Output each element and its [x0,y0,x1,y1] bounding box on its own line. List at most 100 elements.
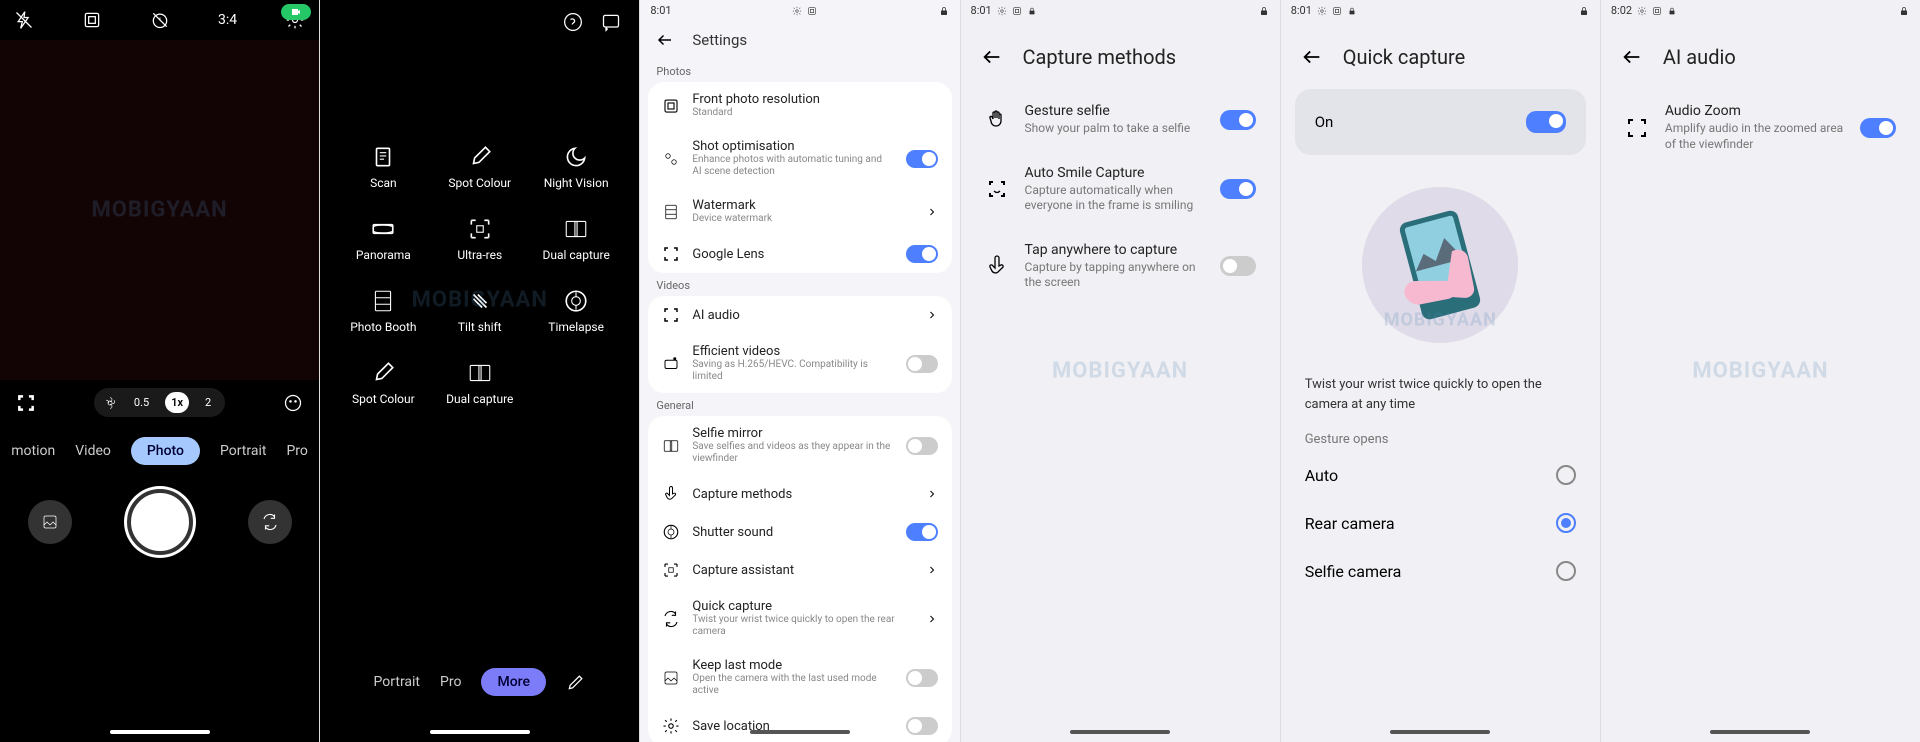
camera-viewfinder[interactable]: MOBIGYAAN [0,40,319,380]
mode-ultra-res[interactable]: Ultra-res [437,216,523,262]
master-toggle-row[interactable]: On [1295,89,1586,155]
toggle-shot-optimisation[interactable] [906,150,938,168]
zoom-0.5x[interactable]: 0.5 [128,392,155,413]
mode-spot-colour-2[interactable]: Spot Colour [340,360,426,406]
row-auto-smile-capture[interactable]: Auto Smile CaptureCapture automatically … [961,151,1280,228]
mode-scan[interactable]: Scan [340,144,426,190]
zoom-2x[interactable]: 2 [199,392,217,413]
toggle-auto-smile[interactable] [1220,179,1256,199]
row-front-photo-resolution[interactable]: Front photo resolutionStandard [648,82,951,129]
back-button[interactable] [981,46,1003,68]
row-ai-audio[interactable]: AI audio [648,296,951,334]
radio-rear-camera[interactable]: Rear camera [1281,499,1600,547]
filters-icon[interactable] [283,393,303,413]
nav-bar-handle[interactable] [1710,730,1810,734]
row-save-location[interactable]: Save location [648,707,951,742]
toggle-gesture-selfie[interactable] [1220,110,1256,130]
chevron-right-icon [926,564,938,576]
nav-bar-handle[interactable] [1070,730,1170,734]
mode-pro[interactable]: Pro [440,674,461,690]
radio-rear-input[interactable] [1556,513,1576,533]
toggle-efficient-videos[interactable] [906,355,938,373]
back-button[interactable] [656,31,674,49]
shutter-button[interactable] [127,489,193,555]
row-capture-methods[interactable]: Capture methods [648,475,951,513]
mode-night-vision[interactable]: Night Vision [533,144,619,190]
status-icon [1012,6,1022,16]
row-google-lens[interactable]: Google Lens [648,235,951,273]
mode-portrait[interactable]: Portrait [374,674,420,690]
edit-modes-icon[interactable] [566,672,586,692]
mode-more[interactable]: More [481,668,546,696]
nav-bar-handle[interactable] [430,730,530,734]
shield-icon [1027,6,1037,16]
status-icon [1332,6,1342,16]
photo-booth-icon [370,288,396,314]
row-watermark[interactable]: WatermarkDevice watermark [648,188,951,235]
section-general: General [640,393,959,416]
back-button[interactable] [1621,46,1643,68]
aspect-ratio-label[interactable]: 3:4 [218,12,237,28]
help-icon[interactable] [563,12,583,32]
row-capture-assistant[interactable]: Capture assistant [648,551,951,589]
row-audio-zoom[interactable]: Audio ZoomAmplify audio in the zoomed ar… [1601,89,1920,166]
mode-dual-capture[interactable]: Dual capture [533,216,619,262]
toggle-keep-last-mode[interactable] [906,669,938,687]
flash-off-icon[interactable] [14,10,34,30]
row-quick-capture[interactable]: Quick captureTwist your wrist twice quic… [648,589,951,648]
spot-colour-icon [467,144,493,170]
watermark-text: MOBIGYAAN [1052,359,1188,384]
row-efficient-videos[interactable]: Efficient videosSaving as H.265/HEVC. Co… [648,334,951,393]
feedback-icon[interactable] [601,12,621,32]
toggle-audio-zoom[interactable] [1860,118,1896,138]
palm-icon [985,108,1009,132]
google-lens-icon[interactable] [16,393,36,413]
macro-icon[interactable] [102,395,118,411]
watermark-text: MOBIGYAAN [412,288,548,313]
mode-carousel[interactable]: motion Video Photo Portrait Pro [0,425,319,477]
more-modes-screen: Scan Spot Colour Night Vision Panorama U… [320,0,640,742]
radio-auto-input[interactable] [1556,465,1576,485]
mode-panorama[interactable]: Panorama [340,216,426,262]
row-tap-anywhere[interactable]: Tap anywhere to captureCapture by tappin… [961,228,1280,305]
mode-spot-colour[interactable]: Spot Colour [437,144,523,190]
toggle-quick-capture[interactable] [1526,111,1566,133]
row-selfie-mirror[interactable]: Selfie mirrorSave selfies and videos as … [648,416,951,475]
toggle-shutter-sound[interactable] [906,523,938,541]
mode-pro[interactable]: Pro [286,443,307,459]
row-keep-last-mode[interactable]: Keep last modeOpen the camera with the l… [648,648,951,707]
scan-icon [370,144,396,170]
mode-video[interactable]: Video [75,443,111,459]
mode-portrait[interactable]: Portrait [220,443,266,459]
radio-selfie-camera[interactable]: Selfie camera [1281,547,1600,595]
chevron-right-icon [926,309,938,321]
mode-slowmotion[interactable]: motion [11,443,55,459]
toggle-selfie-mirror[interactable] [906,437,938,455]
shield-icon [1667,6,1677,16]
toggle-save-location[interactable] [906,717,938,735]
status-time: 8:01 [971,4,992,17]
lock-icon [1578,5,1590,17]
radio-auto[interactable]: Auto [1281,451,1600,499]
mode-dual-capture-2[interactable]: Dual capture [437,360,523,406]
toggle-google-lens[interactable] [906,245,938,263]
gallery-button[interactable] [28,500,72,544]
back-button[interactable] [1301,46,1323,68]
mode-photo[interactable]: Photo [131,437,200,465]
flip-camera-button[interactable] [248,500,292,544]
lock-icon [1258,5,1270,17]
nav-bar-handle[interactable] [110,730,210,734]
dual-capture-icon [467,360,493,386]
nav-bar-handle[interactable] [750,730,850,734]
zoom-1x[interactable]: 1x [165,392,189,413]
aspect-crop-icon[interactable] [82,10,102,30]
radio-selfie-input[interactable] [1556,561,1576,581]
row-gesture-selfie[interactable]: Gesture selfieShow your palm to take a s… [961,89,1280,151]
row-shutter-sound[interactable]: Shutter sound [648,513,951,551]
toggle-tap-anywhere[interactable] [1220,256,1256,276]
spot-colour-icon [370,360,396,386]
lock-icon [938,5,950,17]
nav-bar-handle[interactable] [1390,730,1490,734]
row-shot-optimisation[interactable]: Shot optimisationEnhance photos with aut… [648,129,951,188]
timer-off-icon[interactable] [150,10,170,30]
